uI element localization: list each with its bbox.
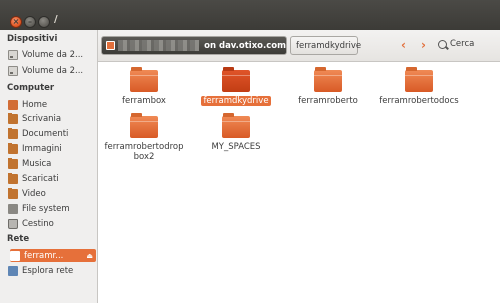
sidebar-item-musica[interactable]: Musica <box>8 157 96 170</box>
file-name: ferramrobertodocs <box>379 96 459 106</box>
sidebar-item-esplora-rete[interactable]: Esplora rete <box>8 264 96 277</box>
file-name-line-1: ferramrobertodrop <box>104 142 184 152</box>
file-name-selected: ferramdkydrive <box>201 96 271 106</box>
network-drive-icon <box>10 250 20 261</box>
path-button-host[interactable]: on dav.otixo.com <box>101 36 287 55</box>
toolbar: on dav.otixo.com ferramdkydrive ‹ › Cerc… <box>98 30 500 62</box>
file-name: ferramdkydrive <box>188 96 284 106</box>
sidebar-item-label: Scaricati <box>22 173 59 184</box>
minimize-window-button[interactable]: – <box>24 16 36 28</box>
sidebar-item-scrivania[interactable]: Scrivania <box>8 112 96 125</box>
folder-icon <box>8 187 18 199</box>
sidebar-item-label: Immagini <box>22 143 62 154</box>
folder-icon <box>314 67 342 92</box>
sidebar-item-video[interactable]: Video <box>8 187 96 200</box>
sidebar-heading-devices: Dispositivi <box>7 34 58 44</box>
sidebar-item-home[interactable]: Home <box>8 98 96 111</box>
path-current-label: ferramdkydrive <box>296 40 362 51</box>
sidebar-item-label: Esplora rete <box>22 265 74 276</box>
network-drive-icon <box>106 41 115 50</box>
folder-icon <box>130 113 158 138</box>
title-bar: × – / <box>0 0 500 30</box>
forward-button[interactable]: › <box>421 38 426 52</box>
folder-icon <box>8 157 18 169</box>
sidebar-item-label: Home <box>22 99 48 110</box>
sidebar-item-documenti[interactable]: Documenti <box>8 127 96 140</box>
sidebar-item-volume-2[interactable]: Volume da 2... <box>8 64 96 77</box>
redacted-username <box>118 40 200 51</box>
search-icon <box>438 39 447 49</box>
back-button[interactable]: ‹ <box>401 38 406 52</box>
sidebar-item-label: Video <box>22 188 46 199</box>
file-name-line-2: box2 <box>133 152 155 162</box>
folder-icon <box>8 172 18 184</box>
file-name: ferramrobertodrop box2 <box>96 142 192 162</box>
home-icon <box>8 99 18 110</box>
file-manager-window: × – / Dispositivi Volume da 2... Volume … <box>0 0 500 303</box>
folder-icon <box>8 142 18 154</box>
sidebar-item-file-system[interactable]: File system <box>8 202 96 215</box>
file-item-ferrambox[interactable]: ferrambox <box>96 67 192 106</box>
sidebar-item-label: Volume da 2... <box>22 49 84 60</box>
close-icon: × <box>12 17 20 26</box>
sidebar-item-label: ferramr... <box>24 250 64 261</box>
window-title: / <box>54 14 58 25</box>
file-item-ferramrobertodropbox2[interactable]: ferramrobertodrop box2 <box>96 113 192 162</box>
file-item-ferramdkydrive[interactable]: ferramdkydrive <box>188 67 284 106</box>
sidebar-item-label: Documenti <box>22 128 69 139</box>
search-label: Cerca <box>450 39 475 49</box>
drive-icon <box>8 203 18 214</box>
sidebar-heading-computer: Computer <box>7 83 55 93</box>
maximize-window-button[interactable] <box>38 16 50 28</box>
folder-icon <box>8 112 18 124</box>
file-name: MY_SPACES <box>211 142 261 152</box>
sidebar-item-label: Cestino <box>22 218 54 229</box>
folder-icon <box>130 67 158 92</box>
sidebar-item-label: Volume da 2... <box>22 65 84 76</box>
drive-icon <box>8 65 18 76</box>
eject-icon[interactable]: ⏏ <box>86 252 93 260</box>
folder-icon <box>222 67 250 92</box>
file-item-my-spaces[interactable]: MY_SPACES <box>188 113 284 152</box>
file-name: ferramroberto <box>298 96 358 106</box>
folder-icon <box>222 113 250 138</box>
file-view: ferrambox ferramdkydrive ferramroberto f… <box>98 62 500 303</box>
sidebar-item-label: File system <box>22 203 70 214</box>
search-button[interactable]: Cerca <box>438 39 474 49</box>
sidebar-item-label: Musica <box>22 158 52 169</box>
sidebar: Dispositivi Volume da 2... Volume da 2..… <box>0 30 98 303</box>
sidebar-item-immagini[interactable]: Immagini <box>8 142 96 155</box>
sidebar-item-volume-1[interactable]: Volume da 2... <box>8 48 96 61</box>
file-item-ferramrobertodocs[interactable]: ferramrobertodocs <box>371 67 467 106</box>
sidebar-item-label: Scrivania <box>22 113 62 124</box>
path-host-label: on dav.otixo.com <box>204 40 286 51</box>
sidebar-item-cestino[interactable]: Cestino <box>8 217 96 230</box>
sidebar-item-scaricati[interactable]: Scaricati <box>8 172 96 185</box>
close-window-button[interactable]: × <box>10 16 22 28</box>
trash-icon <box>8 218 18 229</box>
file-name: ferrambox <box>122 96 166 106</box>
folder-icon <box>405 67 433 92</box>
file-item-ferramroberto[interactable]: ferramroberto <box>280 67 376 106</box>
minimize-icon: – <box>28 17 32 26</box>
drive-icon <box>8 49 18 60</box>
folder-icon <box>8 127 18 139</box>
sidebar-heading-network: Rete <box>7 234 30 244</box>
sidebar-item-ferramr[interactable]: ferramr... ⏏ <box>10 249 96 262</box>
network-icon <box>8 265 18 276</box>
path-button-current[interactable]: ferramdkydrive <box>290 36 362 55</box>
